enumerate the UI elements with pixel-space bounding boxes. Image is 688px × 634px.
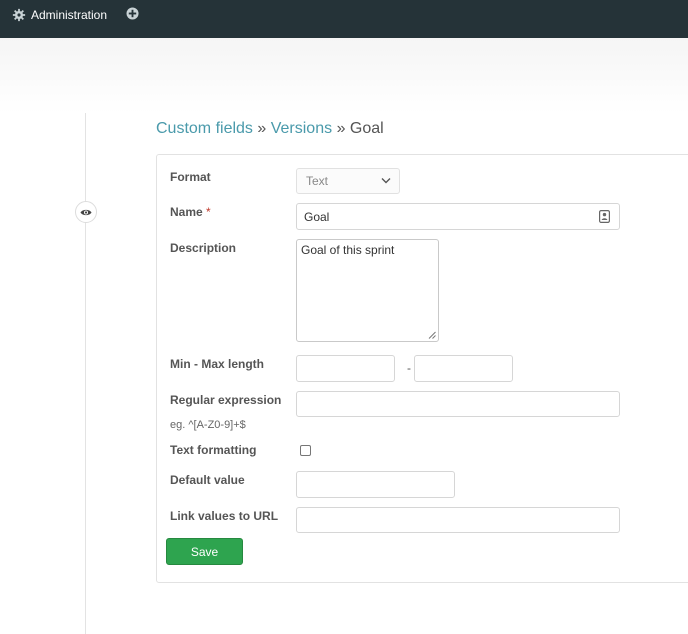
new-object-button[interactable] (126, 7, 139, 20)
regexp-hint: eg. ^[A-Z0-9]+$ (170, 419, 246, 431)
save-button[interactable]: Save (166, 538, 243, 565)
default-value-input[interactable] (296, 471, 455, 498)
name-label-text: Name (170, 205, 203, 219)
length-separator: - (407, 361, 411, 375)
breadcrumb-link-custom-fields[interactable]: Custom fields (156, 120, 253, 137)
breadcrumb-separator: » (336, 120, 346, 137)
administration-link[interactable]: Administration (12, 8, 107, 22)
administration-label: Administration (31, 8, 108, 22)
default-value-label: Default value (170, 473, 245, 487)
eye-icon (80, 209, 92, 215)
url-pattern-input[interactable] (296, 507, 620, 533)
sidebar-toggle-button[interactable] (75, 201, 97, 223)
format-select[interactable]: Text (296, 168, 400, 194)
description-textarea[interactable]: Goal of this sprint (296, 239, 439, 342)
regexp-label: Regular expression (170, 393, 282, 407)
min-length-input[interactable] (296, 355, 395, 382)
top-menu: Administration (0, 0, 688, 38)
gear-icon (12, 8, 26, 22)
resize-handle-icon[interactable] (428, 331, 436, 339)
plus-circle-icon (126, 7, 139, 20)
length-label: Min - Max length (170, 357, 264, 371)
text-formatting-checkbox[interactable] (300, 445, 311, 456)
sidebar-divider (85, 113, 86, 634)
breadcrumb: Custom fields » Versions » Goal (156, 120, 384, 138)
name-input-value: Goal (304, 209, 330, 224)
format-select-value: Text (306, 174, 329, 188)
description-value: Goal of this sprint (301, 243, 395, 257)
text-formatting-label: Text formatting (170, 443, 257, 457)
format-label: Format (170, 170, 211, 184)
description-label: Description (170, 241, 237, 255)
header (0, 38, 688, 113)
name-input[interactable]: Goal (296, 203, 620, 230)
breadcrumb-separator: » (257, 120, 267, 137)
page-title: Goal (349, 120, 384, 137)
contact-card-icon[interactable] (599, 210, 610, 223)
regexp-input[interactable] (296, 391, 620, 417)
chevron-down-icon (381, 178, 391, 184)
name-label: Name * (170, 205, 211, 219)
breadcrumb-link-versions[interactable]: Versions (271, 120, 332, 137)
required-mark: * (206, 205, 211, 219)
max-length-input[interactable] (414, 355, 513, 382)
url-pattern-label: Link values to URL (170, 509, 279, 523)
